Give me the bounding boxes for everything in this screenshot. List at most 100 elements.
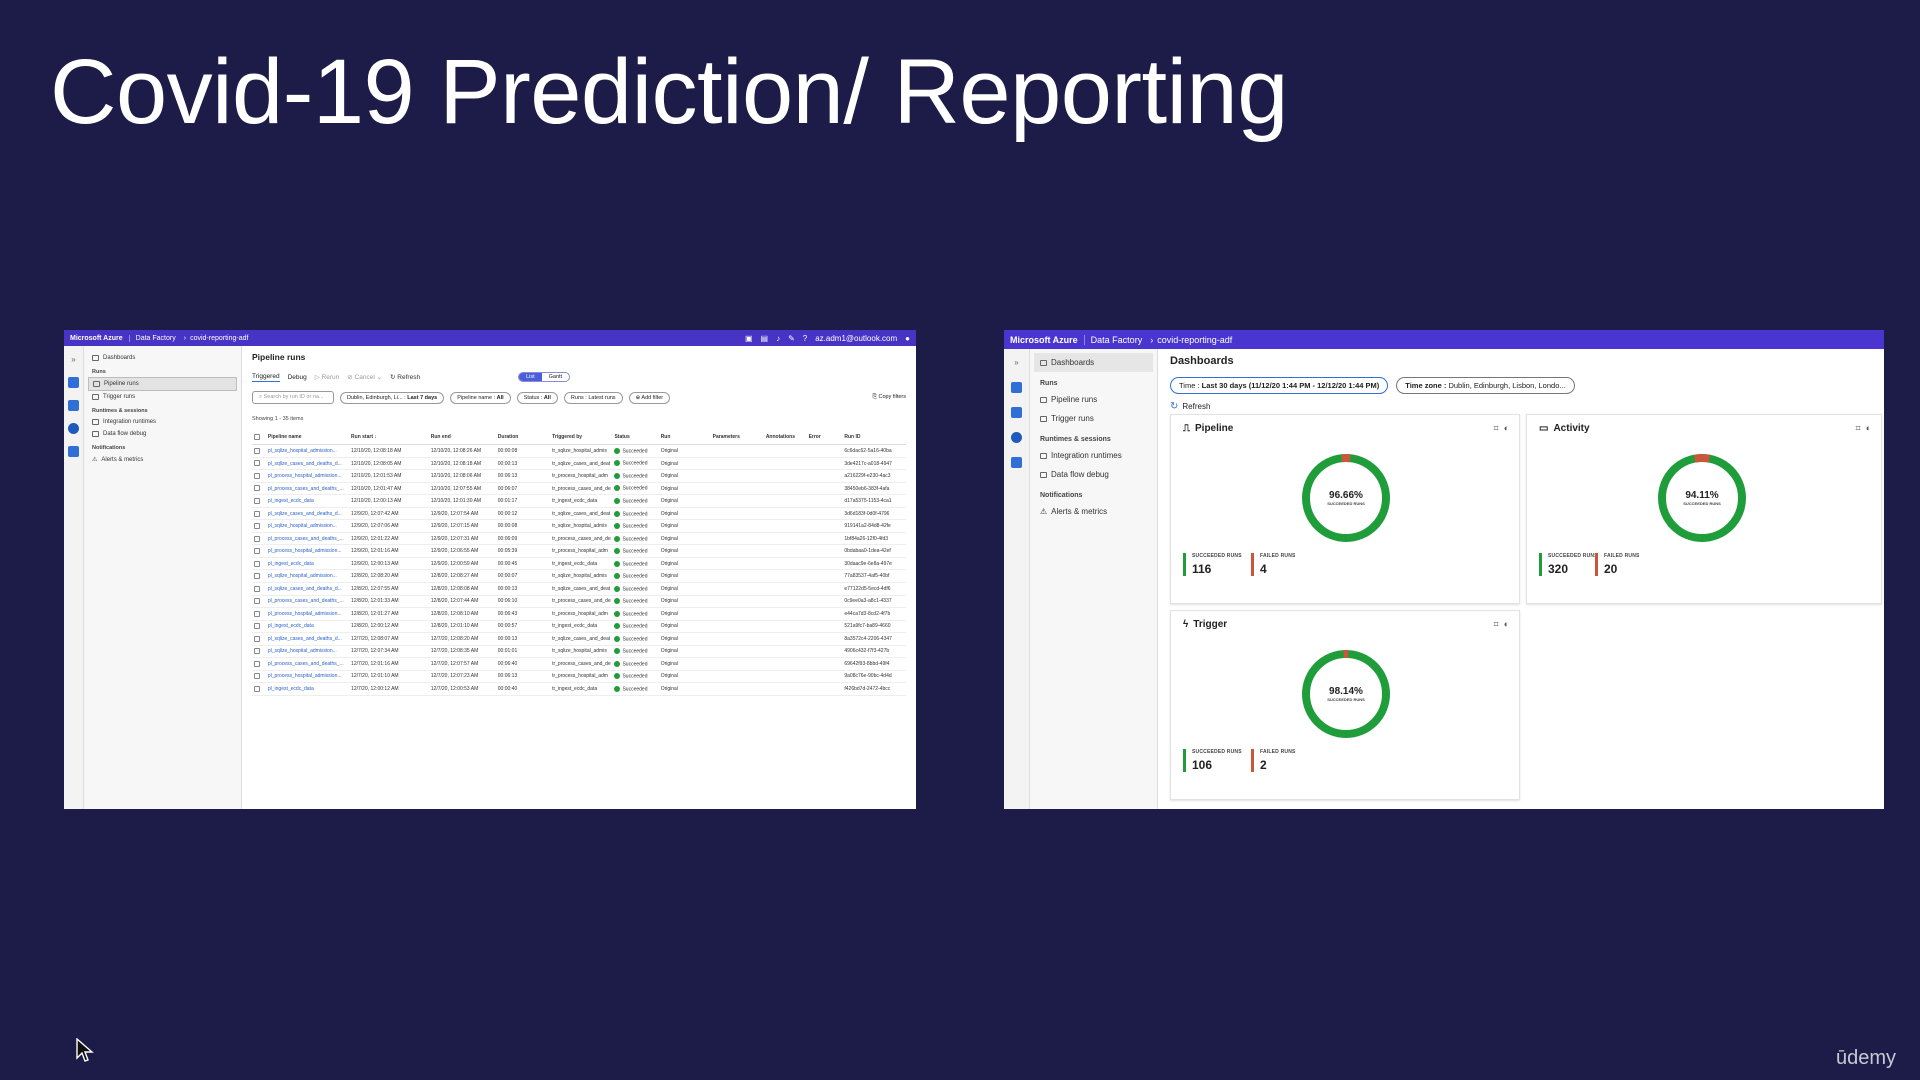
row-checkbox[interactable]: [252, 457, 266, 471]
row-checkbox[interactable]: [252, 532, 266, 546]
cell-pipeline-name[interactable]: pl_sqlize_cases_and_deaths_d...: [265, 457, 350, 471]
refresh-button[interactable]: ↻ Refresh: [1170, 401, 1872, 412]
row-checkbox[interactable]: [252, 607, 266, 621]
row-checkbox[interactable]: [252, 632, 266, 646]
author-pencil-icon[interactable]: [1011, 407, 1022, 418]
breadcrumb-factory-name[interactable]: covid-reporting-adf: [190, 335, 248, 342]
row-checkbox[interactable]: [252, 645, 266, 659]
nav-integration-runtimes[interactable]: Integration runtimes: [1034, 446, 1153, 465]
copy-filters-button[interactable]: ⎘ Copy filters: [873, 394, 906, 401]
col-run-start[interactable]: Run start ↓: [349, 432, 429, 446]
monitor-icon[interactable]: [68, 423, 79, 434]
pipeline-name-filter[interactable]: Pipeline name : All: [450, 391, 511, 404]
row-checkbox[interactable]: [252, 494, 266, 508]
nav-data-flow-debug[interactable]: Data flow debug: [1034, 465, 1153, 484]
nav-pipeline-runs[interactable]: Pipeline runs: [1034, 390, 1153, 409]
row-checkbox[interactable]: [252, 544, 266, 558]
table-row[interactable]: pl_process_cases_and_deaths_... 12/7/20, …: [252, 657, 906, 671]
table-row[interactable]: pl_sqlize_cases_and_deaths_d... 12/7/20, …: [252, 632, 906, 646]
monitor-icon[interactable]: [1011, 432, 1022, 443]
breadcrumb-data-factory[interactable]: Data Factory: [136, 335, 176, 342]
cell-pipeline-name[interactable]: pl_process_hospital_admission...: [265, 469, 350, 483]
row-checkbox[interactable]: [252, 519, 266, 533]
table-row[interactable]: pl_process_cases_and_deaths_... 12/8/20, …: [252, 595, 906, 609]
cell-pipeline-name[interactable]: pl_process_cases_and_deaths_...: [265, 657, 350, 671]
row-checkbox[interactable]: [252, 670, 266, 684]
rerun-button[interactable]: ▷ Rerun: [315, 373, 340, 381]
row-checkbox[interactable]: [252, 482, 266, 496]
manage-toolbox-icon[interactable]: [68, 446, 79, 457]
azure-brand[interactable]: Microsoft Azure: [70, 334, 130, 342]
row-checkbox[interactable]: [252, 657, 266, 671]
avatar[interactable]: ●: [905, 334, 910, 343]
nav-dashboards[interactable]: Dashboards: [88, 352, 237, 364]
gantt-view-button[interactable]: Gantt: [542, 373, 569, 381]
table-row[interactable]: pl_ingest_ecdc_data 12/9/20, 12:00:13 AM 1…: [252, 557, 906, 571]
table-row[interactable]: pl_process_cases_and_deaths_... 12/9/20, …: [252, 532, 906, 546]
nav-trigger-runs[interactable]: Trigger runs: [88, 391, 237, 403]
table-row[interactable]: pl_process_hospital_admission... 12/8/20,…: [252, 607, 906, 621]
row-checkbox[interactable]: [252, 469, 266, 483]
chart-icon[interactable]: ⌗: [1493, 423, 1498, 434]
table-row[interactable]: pl_sqlize_hospital_admission... 12/7/20, …: [252, 645, 906, 659]
pin-icon[interactable]: ◐: [1504, 423, 1509, 434]
author-pencil-icon[interactable]: [68, 400, 79, 411]
row-checkbox[interactable]: [252, 569, 266, 583]
add-filter-button[interactable]: ⊕ Add filter: [628, 391, 671, 404]
tab-triggered[interactable]: Triggered: [252, 373, 280, 382]
cell-pipeline-name[interactable]: pl_process_cases_and_deaths_...: [265, 482, 350, 496]
cell-pipeline-name[interactable]: pl_sqlize_hospital_admission...: [265, 519, 350, 533]
col-run-id[interactable]: Run ID: [842, 432, 906, 446]
cell-pipeline-name[interactable]: pl_process_cases_and_deaths_...: [265, 595, 350, 609]
chart-icon[interactable]: ⌗: [1855, 423, 1860, 434]
pin-icon[interactable]: ◐: [1504, 619, 1509, 630]
row-checkbox[interactable]: [252, 595, 266, 609]
nav-integration-runtimes[interactable]: Integration runtimes: [88, 416, 237, 428]
row-checkbox[interactable]: [252, 507, 266, 521]
directory-icon[interactable]: ▤: [761, 334, 769, 343]
help-icon[interactable]: ?: [803, 334, 807, 343]
nav-trigger-runs[interactable]: Trigger runs: [1034, 409, 1153, 428]
col-parameters[interactable]: Parameters: [710, 432, 764, 446]
bell-icon[interactable]: ♪: [776, 334, 780, 343]
col-run-end[interactable]: Run end: [428, 432, 496, 446]
cell-pipeline-name[interactable]: pl_ingest_ecdc_data: [265, 682, 350, 696]
select-all-checkbox[interactable]: [252, 432, 266, 446]
nav-pipeline-runs[interactable]: Pipeline runs: [88, 377, 237, 391]
cell-pipeline-name[interactable]: pl_process_cases_and_deaths_...: [265, 532, 350, 546]
col-error[interactable]: Error: [806, 432, 843, 446]
cell-pipeline-name[interactable]: pl_sqlize_hospital_admission...: [265, 569, 350, 583]
col-pipeline-name[interactable]: Pipeline name: [265, 432, 350, 446]
cell-pipeline-name[interactable]: pl_ingest_ecdc_data: [265, 620, 350, 634]
cell-pipeline-name[interactable]: pl_sqlize_hospital_admission...: [265, 645, 350, 659]
breadcrumb-factory-name[interactable]: covid-reporting-adf: [1157, 335, 1232, 345]
home-icon[interactable]: [68, 377, 79, 388]
cell-pipeline-name[interactable]: pl_sqlize_cases_and_deaths_d...: [265, 507, 350, 521]
user-email[interactable]: az.adm1@outlook.com: [815, 334, 897, 343]
table-row[interactable]: pl_sqlize_hospital_admission... 12/9/20, …: [252, 519, 906, 533]
col-annotations[interactable]: Annotations: [763, 432, 807, 446]
table-row[interactable]: pl_ingest_ecdc_data 12/7/20, 12:00:12 AM 1…: [252, 682, 906, 696]
row-checkbox[interactable]: [252, 444, 266, 458]
table-row[interactable]: pl_sqlize_hospital_admission... 12/10/20,…: [252, 444, 906, 458]
expand-icon[interactable]: »: [1014, 357, 1018, 368]
col-run[interactable]: Run: [658, 432, 711, 446]
table-row[interactable]: pl_sqlize_cases_and_deaths_d... 12/9/20, …: [252, 507, 906, 521]
table-row[interactable]: pl_process_hospital_admission... 12/7/20,…: [252, 670, 906, 684]
nav-data-flow-debug[interactable]: Data flow debug: [88, 428, 237, 440]
status-filter[interactable]: Status : All: [516, 391, 558, 404]
breadcrumb-data-factory[interactable]: Data Factory: [1091, 335, 1143, 345]
table-row[interactable]: pl_process_hospital_admission... 12/10/20…: [252, 469, 906, 483]
chart-icon[interactable]: ⌗: [1493, 619, 1498, 630]
search-input[interactable]: ⌕ Search by run ID or na...: [252, 391, 334, 404]
col-duration[interactable]: Duration: [495, 432, 551, 446]
runs-filter[interactable]: Runs : Latest runs: [563, 391, 623, 404]
table-row[interactable]: pl_sqlize_cases_and_deaths_d... 12/10/20,…: [252, 457, 906, 471]
nav-alerts-metrics[interactable]: ⚠ Alerts & metrics: [1034, 502, 1153, 521]
refresh-button[interactable]: ↻ Refresh: [390, 373, 420, 381]
cell-pipeline-name[interactable]: pl_process_hospital_admission...: [265, 544, 350, 558]
nav-dashboards[interactable]: Dashboards: [1034, 353, 1153, 372]
time-range-filter[interactable]: Time : Last 30 days (11/12/20 1:44 PM - …: [1170, 377, 1389, 394]
cell-pipeline-name[interactable]: pl_ingest_ecdc_data: [265, 494, 350, 508]
table-row[interactable]: pl_sqlize_cases_and_deaths_d... 12/8/20, …: [252, 582, 906, 596]
